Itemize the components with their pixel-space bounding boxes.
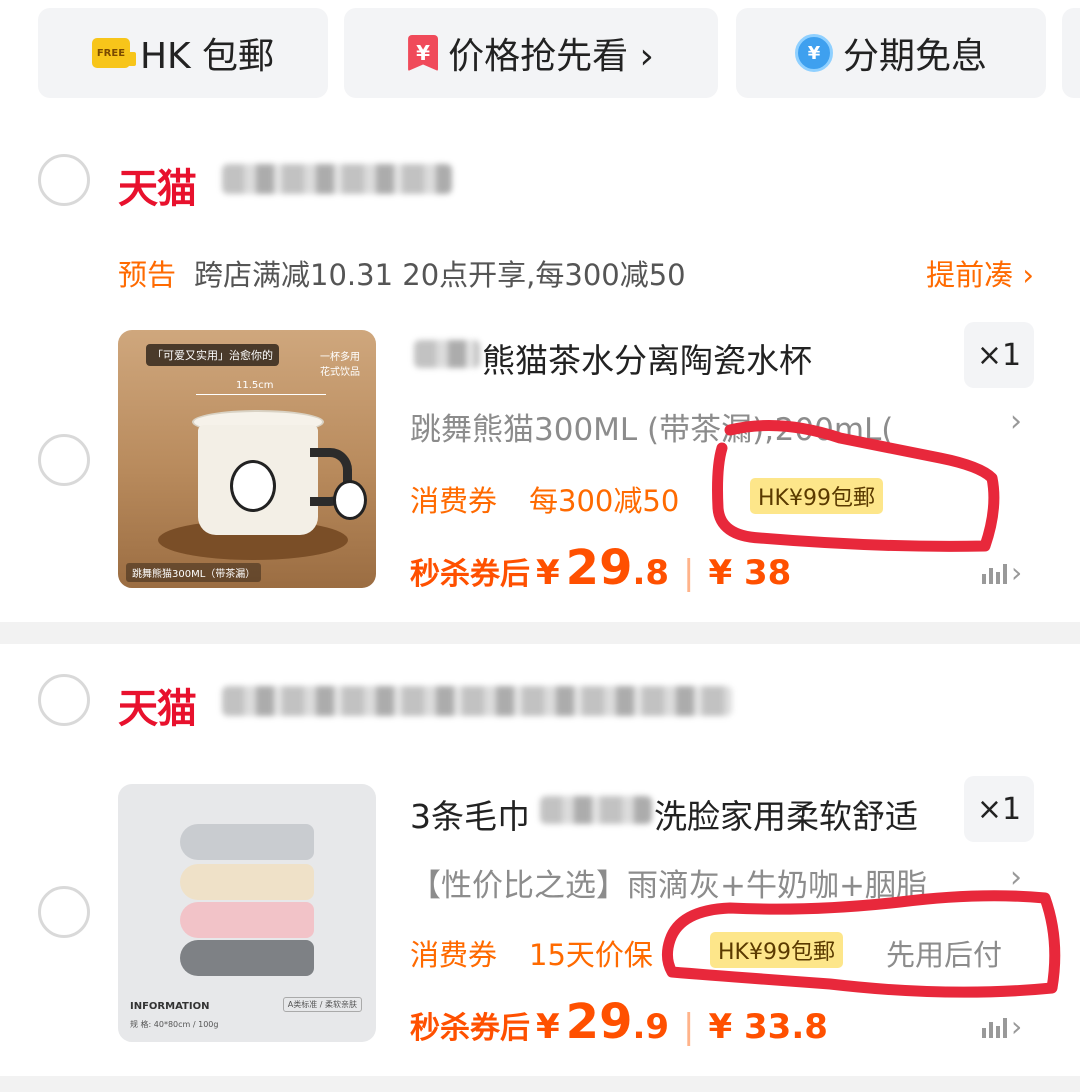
brand-redacted <box>414 340 480 368</box>
promo-notice: 预告 跨店满减10.31 20点开享,每300减50 <box>118 252 686 294</box>
price-line: 秒杀券后 ¥ 29 .8 | ¥ 38 <box>410 540 791 596</box>
item-select-radio[interactable] <box>38 886 90 938</box>
price-preview-label: 价格抢先看 › <box>448 36 654 77</box>
tmall-logo: 天猫 <box>118 165 197 212</box>
price-trend-icon <box>982 1016 1007 1038</box>
price-integer: 29 <box>565 994 633 1050</box>
product-image-mug[interactable]: 「可爱又实用」治愈你的 一杯多用 花式饮品 11.5cm 跳舞熊猫300ML（带… <box>118 330 376 588</box>
currency-symbol: ¥ <box>536 553 560 593</box>
towel-pink <box>180 902 314 938</box>
panda-figurine <box>333 480 367 520</box>
section-divider <box>0 1076 1080 1092</box>
product-title-suffix[interactable]: 洗脸家用柔软舒适 <box>654 790 918 838</box>
towel-grey <box>180 824 314 860</box>
price-integer: 29 <box>565 540 633 596</box>
product-title-prefix[interactable]: 3条毛巾 <box>410 790 530 838</box>
price-line: 秒杀券后 ¥ 29 .9 | ¥ 33.8 <box>410 994 828 1050</box>
brand-redacted <box>540 796 652 824</box>
coupon-info: 消费券 每300减50 <box>410 478 679 520</box>
image-caption-bottom: 跳舞熊猫300ML（带茶漏） <box>126 563 262 582</box>
image-caption-side: 一杯多用 花式饮品 <box>320 352 360 378</box>
free-shipping-truck-icon: FREE <box>91 38 136 68</box>
product-title[interactable]: 熊猫茶水分离陶瓷水杯 <box>482 334 812 382</box>
image-dimension: 11.5cm <box>236 380 274 391</box>
free-shipping-pill[interactable]: FREE HK 包郵 <box>38 8 328 98</box>
price-separator: | <box>683 553 695 593</box>
free-shipping-label: HK 包郵 <box>139 36 275 77</box>
installment-coin-icon: ¥ <box>794 34 833 72</box>
dimension-line <box>196 394 326 395</box>
shipping-badge: HK¥99包郵 <box>710 932 843 968</box>
item-select-radio[interactable] <box>38 434 90 486</box>
tmall-logo: 天猫 <box>118 685 197 732</box>
currency-symbol: ¥ <box>536 1007 560 1047</box>
notice-tag: 预告 <box>118 258 177 292</box>
coupon-label: 消费券 <box>410 484 498 518</box>
notice-message: 跨店满减10.31 20点开享,每300减50 <box>194 258 686 292</box>
chevron-right-icon[interactable]: › <box>1010 404 1022 439</box>
panda-graphic <box>230 460 276 512</box>
trend-chevron-icon: › <box>1011 1010 1023 1043</box>
shop-name-redacted <box>222 164 452 194</box>
image-caption-top: 「可爱又实用」治愈你的 <box>146 344 279 366</box>
shipping-badge: HK¥99包郵 <box>750 478 883 514</box>
add-more-link[interactable]: 提前凑 › <box>926 252 1034 294</box>
price-preview-pill[interactable]: ¥ 价格抢先看 › <box>344 8 718 98</box>
chevron-right-icon[interactable]: › <box>1010 860 1022 895</box>
installment-label: 分期免息 <box>842 36 987 77</box>
service-pill-bar: FREE HK 包郵 ¥ 价格抢先看 › ¥ 分期免息 <box>0 0 1080 120</box>
price-separator: | <box>683 1007 695 1047</box>
image-info-spec: 规 格: 40*80cm / 100g <box>130 1020 219 1029</box>
shop-select-radio[interactable] <box>38 154 90 206</box>
towel-cream <box>180 864 314 900</box>
price-label: 秒杀券后 <box>410 1011 530 1046</box>
quantity-badge[interactable]: ×1 <box>964 322 1034 388</box>
more-pill[interactable] <box>1062 8 1080 98</box>
image-info-heading: INFORMATION <box>130 1001 210 1012</box>
coupon-text: 15天价保 <box>529 938 653 972</box>
price-trend-button[interactable]: › <box>982 1010 1022 1043</box>
coupon-info: 消费券 15天价保 <box>410 932 653 974</box>
sku-selector[interactable]: 【性价比之选】雨滴灰+牛奶咖+胭脂 <box>410 860 980 905</box>
price-label: 秒杀券后 <box>410 557 530 592</box>
original-price: ¥ 33.8 <box>708 1007 828 1047</box>
coupon-label: 消费券 <box>410 938 498 972</box>
trend-chevron-icon: › <box>1011 556 1023 589</box>
price-decimal: .8 <box>632 553 670 593</box>
image-info-tag: A类标准 / 柔软亲肤 <box>282 997 362 1012</box>
towel-dark <box>180 940 314 976</box>
sku-selector[interactable]: 跳舞熊猫300ML (带茶漏);200mL( <box>410 404 980 449</box>
section-divider <box>0 622 1080 644</box>
quantity-badge[interactable]: ×1 <box>964 776 1034 842</box>
installment-pill[interactable]: ¥ 分期免息 <box>736 8 1046 98</box>
shop-name-redacted <box>222 686 732 716</box>
price-decimal: .9 <box>632 1007 670 1047</box>
price-bookmark-icon: ¥ <box>408 35 439 71</box>
coupon-text: 每300减50 <box>529 484 680 518</box>
shop-select-radio[interactable] <box>38 674 90 726</box>
price-trend-button[interactable]: › <box>982 556 1022 589</box>
product-image-towels[interactable]: INFORMATION 规 格: 40*80cm / 100g A类标准 / 柔… <box>118 784 376 1042</box>
pay-later-label: 先用后付 <box>886 938 1003 972</box>
price-trend-icon <box>982 562 1007 584</box>
original-price: ¥ 38 <box>708 553 792 593</box>
